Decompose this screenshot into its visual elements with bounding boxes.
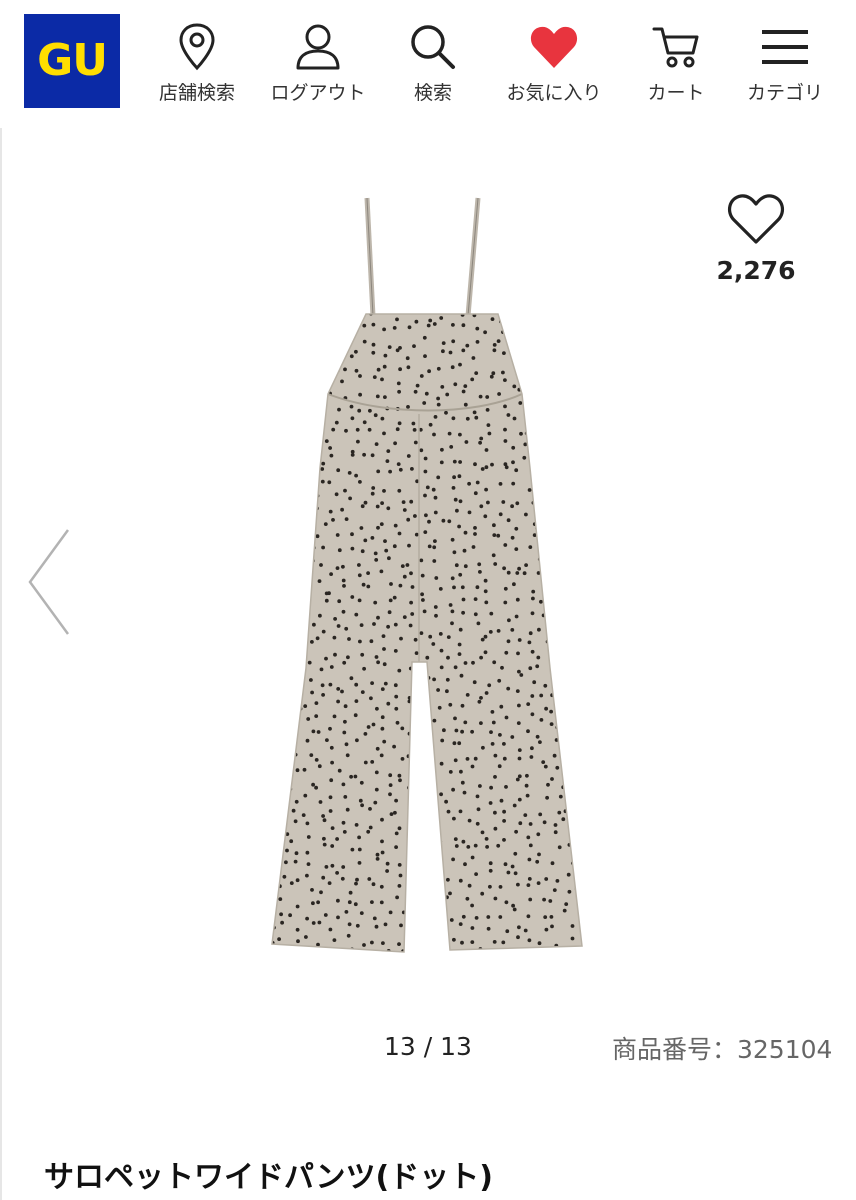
- left-border: [0, 128, 2, 1200]
- logo-text: GU: [37, 35, 108, 86]
- nav-category[interactable]: カテゴリ: [740, 20, 830, 112]
- nav-favorites[interactable]: お気に入り: [500, 20, 608, 112]
- heart-outline-icon: [727, 194, 785, 244]
- user-icon: [294, 20, 342, 74]
- nav-search-label: 検索: [413, 82, 452, 104]
- header: GU 店舗検索 ログアウト 検索 お気に入り カート カテゴリ: [0, 0, 856, 128]
- prev-image-arrow[interactable]: [24, 526, 74, 642]
- cart-icon: [651, 20, 701, 74]
- nav-store-search-label: 店舗検索: [158, 82, 235, 104]
- nav-search[interactable]: 検索: [400, 20, 466, 112]
- nav-store-search[interactable]: 店舗検索: [150, 20, 244, 112]
- map-pin-icon: [177, 20, 217, 74]
- nav-favorites-label: お気に入り: [506, 82, 602, 104]
- product-image[interactable]: [264, 188, 594, 972]
- favorite-toggle[interactable]: 2,276: [716, 192, 796, 285]
- product-code: 商品番号：325104: [612, 1035, 833, 1064]
- search-icon: [407, 20, 459, 74]
- hamburger-icon: [760, 20, 810, 74]
- nav-cart[interactable]: カート: [640, 20, 712, 112]
- heart-filled-icon: [529, 20, 579, 74]
- chevron-left-icon: [28, 529, 70, 635]
- nav-logout[interactable]: ログアウト: [262, 20, 374, 112]
- image-counter: 13 / 13: [384, 1032, 472, 1061]
- product-title: サロペットワイドパンツ(ドット): [44, 1160, 493, 1195]
- favorite-count: 2,276: [716, 256, 796, 285]
- nav-logout-label: ログアウト: [270, 82, 366, 104]
- gu-logo[interactable]: GU: [24, 14, 120, 108]
- nav-category-label: カテゴリ: [746, 82, 823, 104]
- nav-cart-label: カート: [647, 82, 705, 104]
